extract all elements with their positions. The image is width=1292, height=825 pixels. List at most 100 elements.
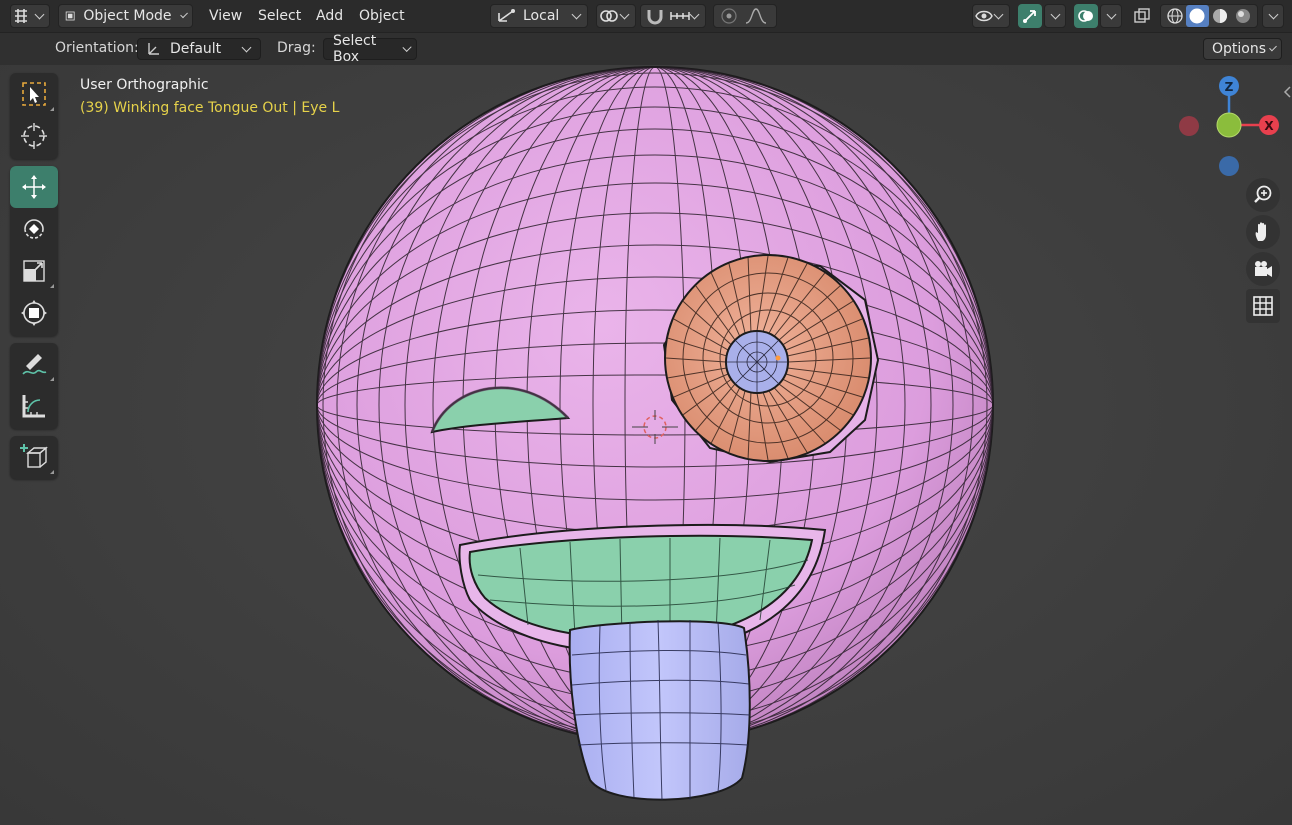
xray-icon [1134,8,1150,23]
cursor-icon [21,123,47,149]
options-label: Options [1212,41,1267,57]
annotate-pencil-icon [22,354,47,375]
cursor-tool[interactable] [10,115,58,157]
chevron-down-icon [619,9,629,19]
pan-button[interactable] [1246,215,1280,249]
transform-icon [21,300,47,326]
menu-object[interactable]: Object [355,5,409,27]
rotate-tool[interactable] [10,208,58,250]
snap-group[interactable] [640,4,706,28]
move-tool[interactable] [10,166,58,208]
mode-dropdown[interactable]: Object Mode [58,4,193,28]
tool-submenu-indicator [50,470,54,474]
rendered-shading-button[interactable] [1231,5,1254,27]
material-shading-button[interactable] [1209,5,1232,27]
annotate-tool[interactable] [10,343,58,385]
editor-type-button[interactable] [10,4,50,28]
chevron-down-icon [241,42,252,52]
transform-orientation-dropdown[interactable]: Local [490,4,588,28]
overlays-toggle-button[interactable] [1074,4,1098,28]
rendered-sphere-icon [1235,9,1250,23]
axes-icon [148,43,159,55]
neg-z-axis-ball[interactable] [1219,156,1239,176]
shading-dropdown[interactable] [1262,4,1284,28]
material-sphere-icon [1212,9,1227,23]
grid-icon [1253,296,1273,316]
gizmo-icon [1023,10,1036,23]
perspective-toggle-button[interactable] [1246,289,1280,323]
transform-tool[interactable] [10,292,58,334]
y-axis-ball[interactable] [1216,112,1242,138]
overlays-dropdown[interactable] [1100,4,1122,28]
emoji-mesh-model [316,66,994,801]
chevron-down-icon [1269,43,1277,51]
orientation-field-label: Orientation: [55,40,139,56]
chevron-down-icon [993,9,1003,19]
zoom-magnifier-icon [1254,185,1272,203]
orientation-icon [498,9,515,22]
gizmo-toggle-button[interactable] [1018,4,1042,28]
select-box-icon [22,82,46,106]
x-axis-label: X [1264,119,1274,133]
chevron-down-icon [402,42,412,52]
gizmo-dropdown[interactable] [1044,4,1066,28]
shading-mode-group [1160,4,1258,28]
zoom-button[interactable] [1246,178,1280,212]
chevron-down-icon [1106,9,1116,19]
add-cube-icon [20,444,48,468]
chevron-down-icon [1050,9,1060,19]
chevron-down-icon [1268,9,1278,19]
wireframe-shading-button[interactable] [1164,5,1186,27]
overlays-icon [1078,10,1093,22]
xray-toggle-button[interactable] [1130,4,1154,28]
tool-submenu-indicator [50,377,54,381]
menu-select[interactable]: Select [254,5,305,27]
drag-dropdown[interactable]: Select Box [323,33,417,65]
pivot-point-dropdown[interactable] [596,4,636,28]
orientation-label: Local [523,8,560,24]
orientation-dropdown[interactable]: Default [137,38,261,60]
chevron-down-icon [179,9,188,19]
solid-shading-button[interactable] [1185,5,1209,27]
move-arrows-icon [22,175,46,199]
orientation-value: Default [170,41,222,57]
object-mode-icon [65,11,75,21]
snap-increment-icon [670,12,690,20]
toolbar-group-transform [10,166,58,336]
drag-value: Select Box [333,33,377,65]
chevron-down-icon [34,9,44,19]
menu-add[interactable]: Add [312,5,347,27]
pupil-wireframe [726,331,788,393]
hand-icon [1255,222,1266,241]
options-dropdown[interactable]: Options [1203,38,1282,60]
object-origin-dot [775,355,781,361]
chevron-down-icon [689,9,700,19]
wireframe-sphere-icon [1167,8,1183,24]
editor-type-icon [14,9,27,23]
rotate-icon [24,219,44,239]
collapse-arrow-icon[interactable] [1282,85,1292,99]
neg-x-axis-ball[interactable] [1179,116,1199,136]
solid-sphere-icon [1189,8,1205,24]
camera-icon [1255,261,1272,277]
navigation-gizmo[interactable]: Z X [1168,73,1288,193]
select-box-tool[interactable] [10,73,58,115]
eye-icon [974,10,993,22]
camera-view-button[interactable] [1246,252,1280,286]
add-cube-tool[interactable] [10,436,58,478]
tool-submenu-indicator [50,284,54,288]
3d-viewport[interactable]: User Orthographic (39) Winking face Tong… [0,65,1292,825]
menu-view[interactable]: View [205,5,246,27]
pivot-icon [599,10,618,22]
measure-tool[interactable] [10,385,58,427]
view-name: User Orthographic [80,77,209,93]
toolbar-group-annotate [10,343,58,429]
object-info: (39) Winking face Tongue Out | Eye L [80,100,340,116]
scale-icon [23,260,45,282]
falloff-curve-icon [745,8,767,24]
scale-tool[interactable] [10,250,58,292]
proportional-editing-group[interactable] [713,4,777,28]
proportional-edit-icon [721,8,737,24]
visibility-dropdown[interactable] [972,4,1010,28]
toolbar-group-add [10,436,58,479]
